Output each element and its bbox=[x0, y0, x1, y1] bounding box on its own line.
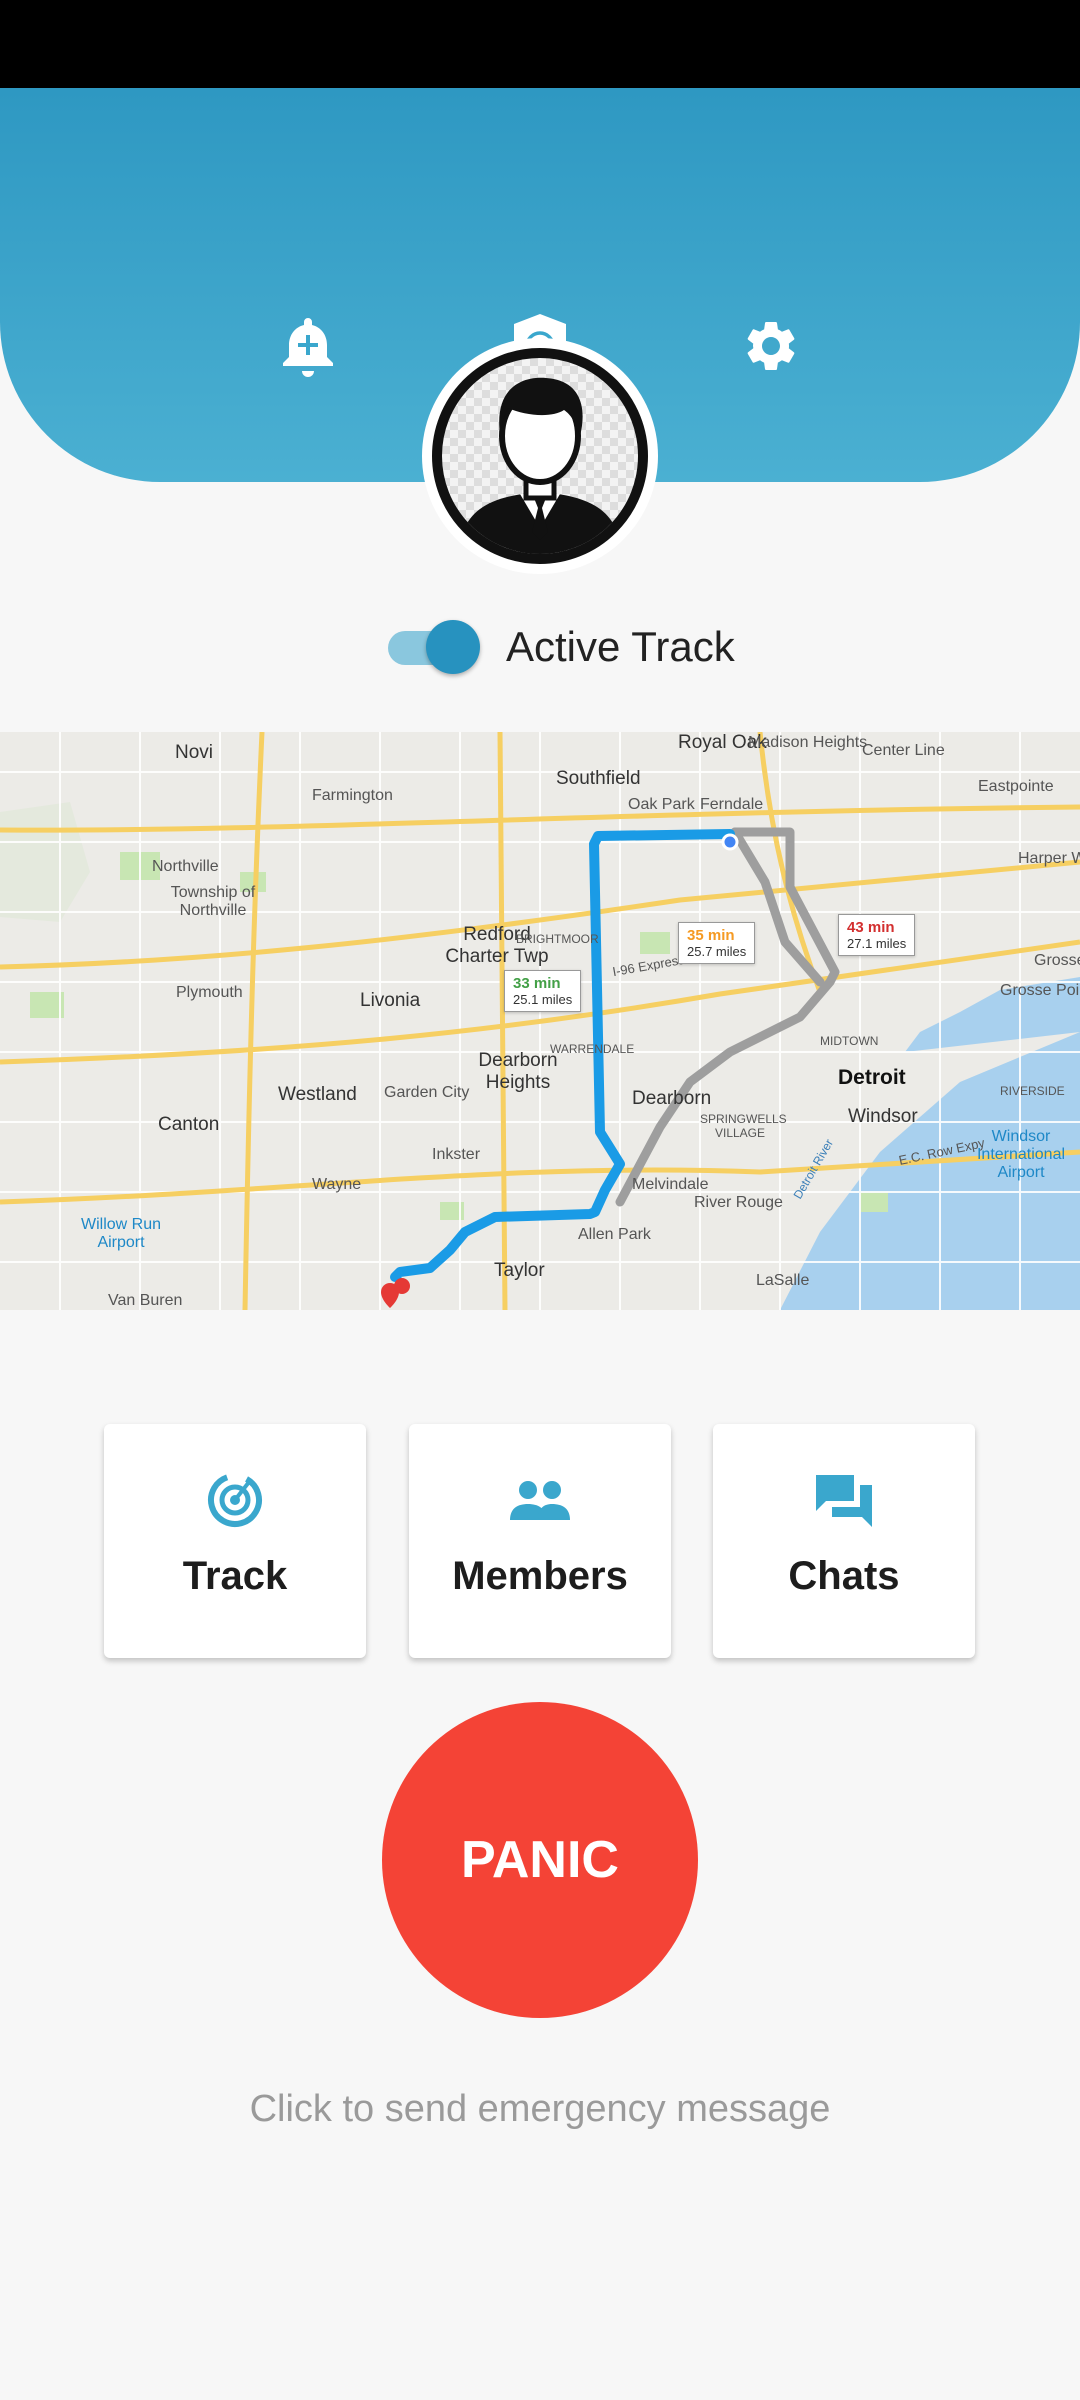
chat-bubbles-icon bbox=[812, 1468, 876, 1532]
map-label: Willow Run Airport bbox=[80, 1216, 161, 1251]
map-label: Novi bbox=[175, 742, 214, 763]
map-label: Oak Park bbox=[628, 796, 695, 813]
track-button[interactable]: Track bbox=[104, 1424, 366, 1658]
map-label: Livonia bbox=[360, 990, 421, 1011]
members-label: Members bbox=[452, 1554, 628, 1598]
route-distance: 27.1 miles bbox=[847, 936, 907, 951]
map-label: MIDTOWN bbox=[820, 1034, 879, 1048]
panic-button[interactable]: PANIC bbox=[382, 1702, 698, 2018]
map-label: WARRENDALE bbox=[550, 1042, 635, 1056]
map-label: Melvindale bbox=[632, 1176, 709, 1193]
map-label: Plymouth bbox=[176, 984, 243, 1001]
map-label: Grosse Pointe Park bbox=[1000, 982, 1080, 999]
route-distance: 25.7 miles bbox=[687, 944, 747, 959]
map-label: Van Buren bbox=[108, 1292, 183, 1309]
map-label: Ferndale bbox=[700, 796, 764, 813]
route-eta-3[interactable]: 43 min 27.1 miles bbox=[838, 914, 916, 956]
map-label: Eastpointe bbox=[978, 778, 1054, 795]
map-label: River Rouge bbox=[694, 1194, 783, 1211]
gear-icon[interactable] bbox=[735, 310, 807, 382]
route-distance: 25.1 miles bbox=[513, 992, 573, 1007]
route-eta-1[interactable]: 33 min 25.1 miles bbox=[504, 970, 582, 1012]
map-label: Garden City bbox=[384, 1084, 470, 1101]
map-label: Southfield bbox=[556, 768, 641, 789]
person-suit-avatar bbox=[432, 348, 648, 564]
map-label: Center Line bbox=[862, 742, 945, 759]
route-map[interactable]: Novi Farmington Southfield Royal Oak Mad… bbox=[0, 732, 1080, 1310]
radar-target-icon bbox=[203, 1468, 267, 1532]
members-button[interactable]: Members bbox=[409, 1424, 671, 1658]
map-label: Dearborn bbox=[632, 1088, 712, 1109]
map-label: Harper Wo bbox=[1018, 850, 1080, 867]
map-label: BRIGHTMOOR bbox=[516, 932, 599, 946]
map-label: Madison Heights bbox=[748, 734, 868, 751]
active-track-label: Active Track bbox=[506, 623, 735, 670]
map-label: Allen Park bbox=[578, 1226, 651, 1243]
track-label: Track bbox=[182, 1554, 288, 1598]
chats-button[interactable]: Chats bbox=[713, 1424, 975, 1658]
route-time: 43 min bbox=[847, 919, 895, 936]
map-label: Redford Charter Twp bbox=[445, 924, 549, 967]
active-track-row: Active Track bbox=[384, 616, 735, 678]
map-label: RIVERSIDE bbox=[1000, 1084, 1065, 1098]
map-label: Wayne bbox=[312, 1176, 362, 1193]
active-track-toggle[interactable] bbox=[384, 616, 480, 678]
avatar[interactable] bbox=[422, 338, 658, 574]
map-label: Westland bbox=[278, 1084, 357, 1105]
panic-hint: Click to send emergency message bbox=[249, 2088, 831, 2130]
map-label: Dearborn Heights bbox=[478, 1050, 558, 1093]
map-label: Northville bbox=[152, 858, 219, 875]
bell-plus-icon[interactable] bbox=[272, 310, 344, 382]
map-label: Taylor bbox=[494, 1260, 545, 1281]
map-label: Detroit bbox=[838, 1066, 906, 1089]
map-label: LaSalle bbox=[756, 1272, 810, 1289]
map-label: Township of Northville bbox=[170, 884, 256, 919]
map-label: Grosse bbox=[1034, 952, 1080, 969]
map-label: SPRINGWELLS VILLAGE bbox=[700, 1112, 787, 1140]
route-time: 35 min bbox=[687, 927, 735, 944]
status-bar bbox=[0, 0, 1080, 88]
map-label: Farmington bbox=[312, 787, 393, 804]
map-label: Windsor International Airport bbox=[976, 1128, 1066, 1181]
route-eta-2[interactable]: 35 min 25.7 miles bbox=[678, 922, 756, 964]
map-label: Windsor bbox=[848, 1106, 918, 1127]
chats-label: Chats bbox=[788, 1554, 900, 1598]
map-label: Canton bbox=[158, 1114, 220, 1135]
people-icon bbox=[508, 1468, 572, 1532]
map-label: Inkster bbox=[432, 1146, 481, 1163]
route-time: 33 min bbox=[513, 975, 561, 992]
